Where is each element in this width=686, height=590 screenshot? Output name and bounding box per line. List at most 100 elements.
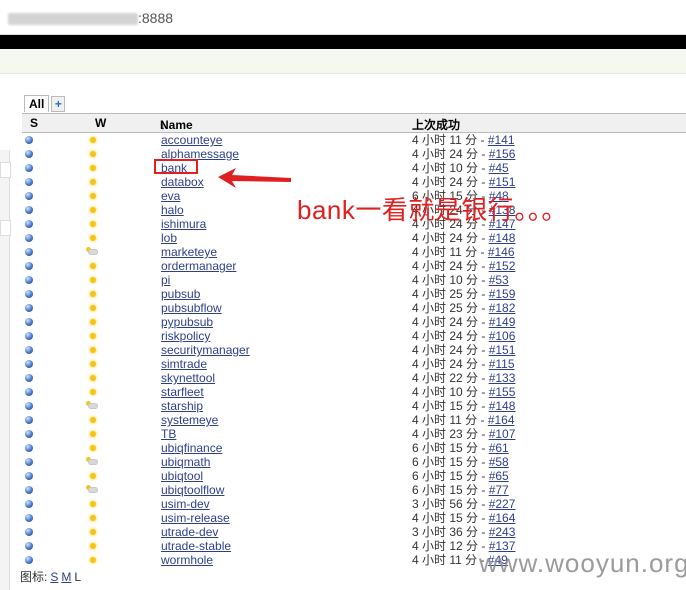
build-link[interactable]: #164 [488, 413, 515, 427]
job-name-link[interactable]: systemeye [161, 413, 218, 427]
address-bar[interactable]: :8888 [0, 0, 686, 35]
build-link[interactable]: #65 [489, 469, 509, 483]
table-row: usim-release 4 小时 15 分 - #164 [22, 511, 686, 525]
weather-sun-icon [90, 291, 96, 297]
annotation-arrow-icon [218, 168, 291, 188]
weather-cloud-icon [86, 401, 98, 409]
status-ball-icon [25, 542, 33, 550]
status-ball-icon [25, 136, 33, 144]
add-view-button[interactable]: + [51, 96, 66, 112]
last-success: 4 小时 22 分 - #133 [412, 371, 515, 385]
last-success: 4 小时 23 分 - #107 [412, 427, 515, 441]
build-link[interactable]: #45 [489, 161, 509, 175]
build-link[interactable]: #107 [489, 427, 516, 441]
annotation-text: bank一看就是银行。。。 [297, 195, 568, 225]
job-name-link[interactable]: securitymanager [161, 343, 250, 357]
side-panel-handle[interactable] [0, 220, 11, 236]
job-name-link[interactable]: pypubsub [161, 315, 213, 329]
weather-sun-icon [90, 347, 96, 353]
build-link[interactable]: #148 [489, 399, 516, 413]
job-name-link[interactable]: databox [161, 175, 204, 189]
column-header-weather[interactable]: W [95, 116, 106, 130]
column-header-last-success[interactable]: 上次成功 [412, 116, 460, 133]
last-success-time: 6 小时 15 分 - [412, 455, 489, 469]
job-name-link[interactable]: marketeye [161, 245, 217, 259]
sort-arrow-icon: ↓ [160, 118, 166, 132]
job-name-link[interactable]: simtrade [161, 357, 207, 371]
build-link[interactable]: #182 [489, 301, 516, 315]
last-success-time: 6 小时 15 分 - [412, 469, 489, 483]
job-name-link[interactable]: accounteye [161, 133, 222, 147]
job-name-link[interactable]: utrade-dev [161, 525, 218, 539]
last-success-time: 4 小时 24 分 - [412, 315, 489, 329]
last-success-time: 3 小时 36 分 - [412, 525, 489, 539]
status-ball-icon [25, 416, 33, 424]
build-link[interactable]: #243 [489, 525, 516, 539]
job-name-link[interactable]: ishimura [161, 217, 206, 231]
redacted-host [8, 13, 138, 26]
tab-all[interactable]: All [24, 95, 50, 112]
build-link[interactable]: #164 [489, 511, 516, 525]
status-ball-icon [25, 430, 33, 438]
job-name-link[interactable]: wormhole [161, 553, 213, 567]
job-name-link[interactable]: usim-release [161, 511, 230, 525]
build-link[interactable]: #61 [489, 441, 509, 455]
table-row: ubiqmath 6 小时 15 分 - #58 [22, 455, 686, 469]
job-name-link[interactable]: ubiqtool [161, 469, 203, 483]
table-row: ubiqtool 6 小时 15 分 - #65 [22, 469, 686, 483]
job-name-link[interactable]: pi [161, 273, 170, 287]
last-success: 4 小时 24 分 - #156 [412, 147, 515, 161]
job-name-link[interactable]: halo [161, 203, 184, 217]
build-link[interactable]: #151 [489, 343, 516, 357]
job-name-link[interactable]: skynettool [161, 371, 215, 385]
job-name-link[interactable]: usim-dev [161, 497, 210, 511]
last-success: 4 小时 15 分 - #148 [412, 399, 515, 413]
status-ball-icon [25, 346, 33, 354]
table-row: ubiqtoolflow 6 小时 15 分 - #77 [22, 483, 686, 497]
build-link[interactable]: #148 [489, 231, 516, 245]
last-success-time: 6 小时 15 分 - [412, 483, 489, 497]
job-name-link[interactable]: TB [161, 427, 176, 441]
build-link[interactable]: #53 [489, 273, 509, 287]
build-link[interactable]: #159 [489, 287, 516, 301]
last-success-time: 4 小时 24 分 - [412, 175, 489, 189]
build-link[interactable]: #115 [489, 357, 515, 371]
last-success: 4 小时 10 分 - #45 [412, 161, 509, 175]
status-ball-icon [25, 500, 33, 508]
job-name-link[interactable]: pubsub [161, 287, 200, 301]
build-link[interactable]: #151 [489, 175, 516, 189]
job-name-link[interactable]: starship [161, 399, 203, 413]
job-name-link[interactable]: riskpolicy [161, 329, 210, 343]
weather-sun-icon [90, 277, 96, 283]
build-link[interactable]: #133 [489, 371, 516, 385]
last-success: 4 小时 11 分 - #164 [412, 413, 515, 427]
weather-cloud-icon [86, 457, 98, 465]
build-link[interactable]: #106 [489, 329, 516, 343]
job-name-link[interactable]: pubsubflow [161, 301, 222, 315]
build-link[interactable]: #227 [489, 497, 516, 511]
build-link[interactable]: #155 [489, 385, 516, 399]
side-panel-handle[interactable] [0, 162, 11, 178]
build-link[interactable]: #146 [488, 245, 515, 259]
last-success-time: 4 小时 12 分 - [412, 539, 489, 553]
job-name-link[interactable]: utrade-stable [161, 539, 231, 553]
icon-size-medium-link[interactable]: M [61, 570, 71, 584]
last-success: 4 小时 24 分 - #148 [412, 231, 515, 245]
icon-size-small-link[interactable]: S [50, 570, 58, 584]
build-link[interactable]: #141 [488, 133, 515, 147]
job-name-link[interactable]: ordermanager [161, 259, 236, 273]
job-name-link[interactable]: eva [161, 189, 180, 203]
column-header-status[interactable]: S [30, 116, 38, 130]
build-link[interactable]: #58 [489, 455, 509, 469]
job-name-link[interactable]: ubiqmath [161, 455, 210, 469]
build-link[interactable]: #149 [489, 315, 516, 329]
build-link[interactable]: #152 [489, 259, 516, 273]
job-name-link[interactable]: lob [161, 231, 177, 245]
job-name-link[interactable]: ubiqtoolflow [161, 483, 224, 497]
build-link[interactable]: #156 [489, 147, 516, 161]
build-link[interactable]: #77 [489, 483, 509, 497]
table-row: usim-dev 3 小时 56 分 - #227 [22, 497, 686, 511]
last-success-time: 4 小时 11 分 - [412, 553, 488, 567]
job-name-link[interactable]: starfleet [161, 385, 204, 399]
job-name-link[interactable]: ubiqfinance [161, 441, 222, 455]
